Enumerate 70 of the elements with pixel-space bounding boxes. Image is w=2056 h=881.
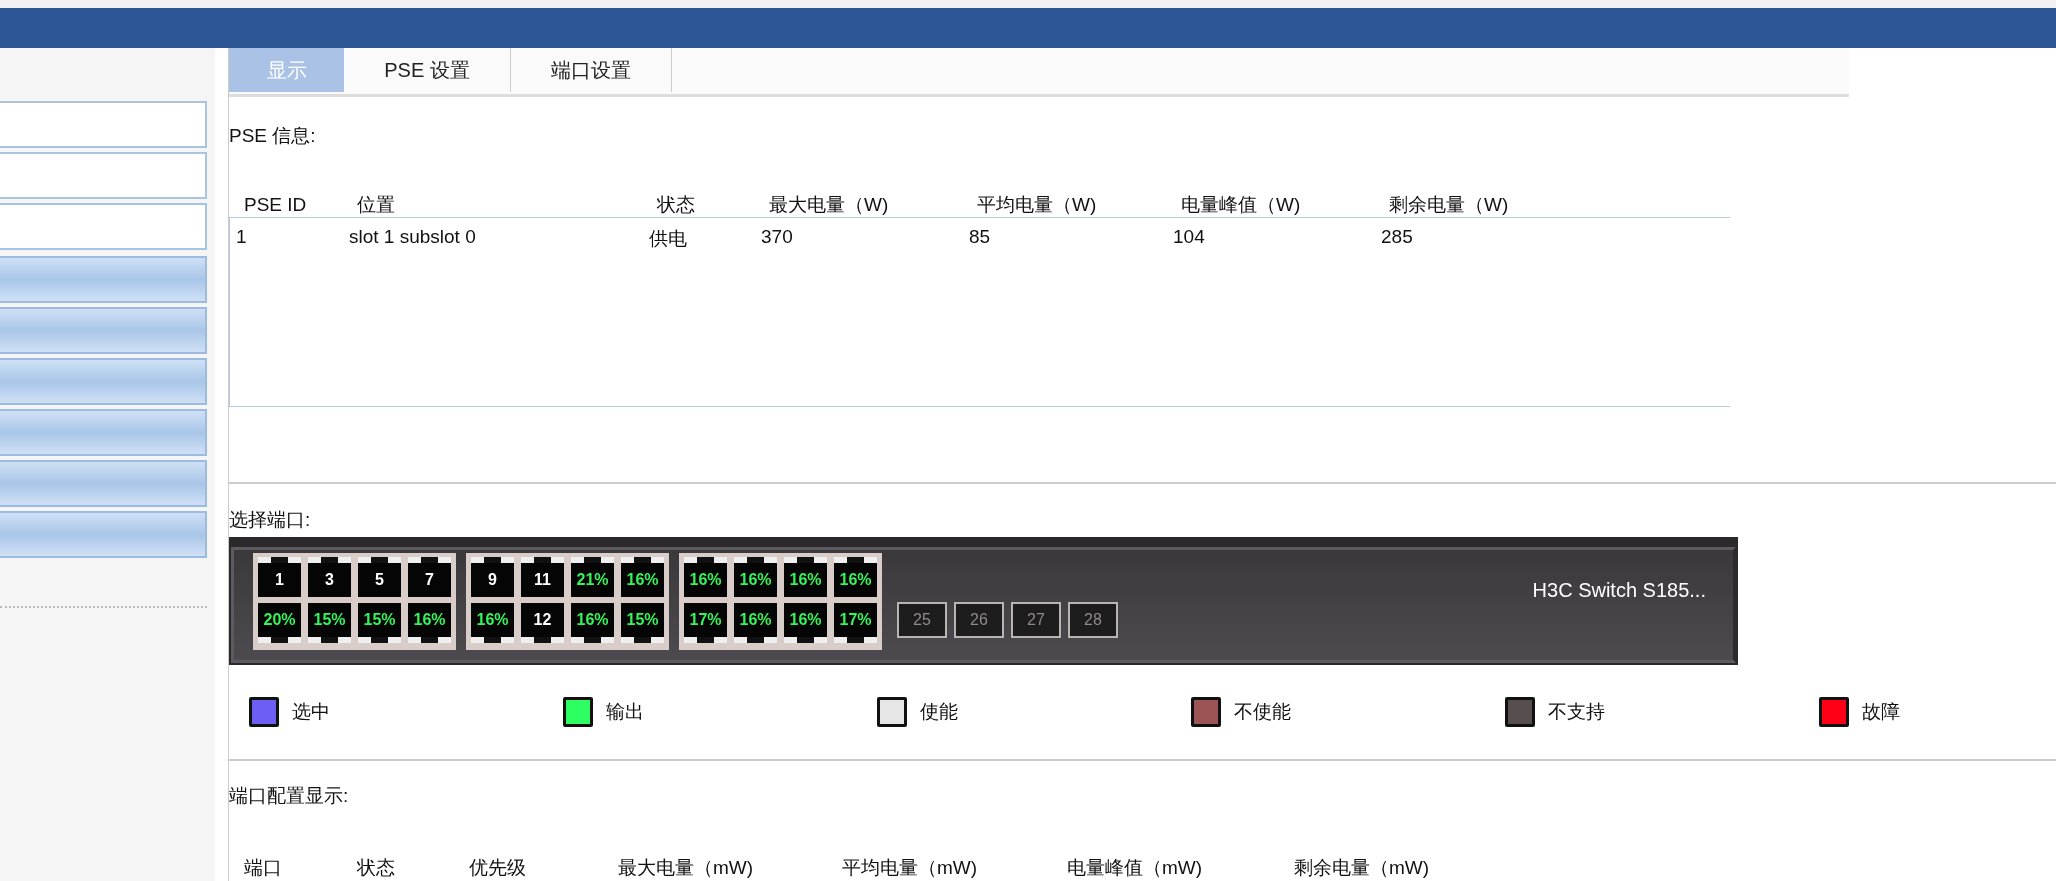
port[interactable]: 16%: [784, 557, 827, 598]
column-header: 剩余电量（mW): [1294, 856, 1431, 880]
section-title: 端口配置显示:: [229, 784, 350, 808]
port[interactable]: 16%: [784, 603, 827, 644]
port[interactable]: 16%: [734, 603, 777, 644]
port[interactable]: 27: [1011, 602, 1061, 639]
column-header: 平均电量（mW): [842, 856, 979, 880]
port[interactable]: 16%: [621, 557, 664, 598]
column-header: 位置: [357, 193, 396, 218]
port[interactable]: 21%: [571, 557, 614, 598]
column-header: 最大电量（mW): [618, 856, 755, 880]
column-header: PSE ID: [244, 194, 308, 217]
port[interactable]: 16%: [471, 603, 514, 644]
port[interactable]: 16%: [684, 557, 727, 598]
port[interactable]: 5: [358, 557, 401, 598]
port[interactable]: 16%: [834, 557, 877, 598]
tab[interactable]: PSE 设置: [344, 48, 511, 92]
legend-label: 不支持: [1548, 699, 1605, 724]
port[interactable]: 7: [408, 557, 451, 598]
tab[interactable]: 端口设置: [511, 48, 672, 92]
port[interactable]: 20%: [258, 603, 301, 644]
column-header: 最大电量（W): [769, 193, 890, 218]
column-header: 端口: [244, 856, 283, 880]
port[interactable]: 16%: [734, 557, 777, 598]
table-cell-text: 370: [761, 226, 794, 250]
port[interactable]: 15%: [308, 603, 351, 644]
device-name: H3C Switch S185...: [1532, 579, 1706, 603]
table-cell-text: 285: [1381, 226, 1414, 250]
column-header: 优先级: [469, 856, 527, 880]
port[interactable]: 15%: [621, 603, 664, 644]
legend-label: 输出: [606, 699, 644, 724]
column-header: 电量峰值（W): [1181, 193, 1302, 218]
column-header: 电量峰值（mW): [1067, 856, 1204, 880]
table-cell-text: 104: [1173, 226, 1206, 250]
table-cell-text: 1: [236, 226, 248, 250]
section-title: PSE 信息:: [229, 124, 317, 149]
column-header: 剩余电量（W): [1389, 193, 1510, 218]
port[interactable]: 11: [521, 557, 564, 598]
table-cell-text: 85: [969, 226, 992, 250]
port[interactable]: 16%: [571, 603, 614, 644]
column-header: 平均电量（W): [977, 193, 1098, 218]
sidebar-item[interactable]: [0, 152, 207, 199]
sidebar-item[interactable]: [0, 511, 207, 558]
table-cell-text: 供电: [649, 227, 688, 252]
sidebar-item[interactable]: [0, 203, 207, 250]
port[interactable]: 25: [897, 602, 947, 639]
sidebar-item[interactable]: [0, 409, 207, 456]
port[interactable]: 17%: [834, 603, 877, 644]
port[interactable]: 3: [308, 557, 351, 598]
port[interactable]: 16%: [408, 603, 451, 644]
sidebar-item[interactable]: [0, 101, 207, 148]
sidebar-item[interactable]: [0, 256, 207, 303]
legend-label: 选中: [292, 699, 330, 724]
port[interactable]: 28: [1068, 602, 1118, 639]
port[interactable]: 9: [471, 557, 514, 598]
legend-label: 不使能: [1234, 699, 1291, 724]
port[interactable]: 17%: [684, 603, 727, 644]
legend-label: 使能: [920, 699, 958, 724]
port[interactable]: 15%: [358, 603, 401, 644]
table-cell-text: slot 1 subslot 0: [349, 226, 477, 250]
port[interactable]: 12: [521, 603, 564, 644]
legend-label: 故障: [1862, 699, 1900, 724]
sidebar-item[interactable]: [0, 460, 207, 507]
column-header: 状态: [657, 193, 696, 218]
section-title: 选择端口:: [229, 508, 312, 533]
port[interactable]: 1: [258, 557, 301, 598]
column-header: 状态: [357, 856, 396, 880]
sidebar-item[interactable]: [0, 307, 207, 354]
sidebar-item[interactable]: [0, 358, 207, 405]
port[interactable]: 26: [954, 602, 1004, 639]
